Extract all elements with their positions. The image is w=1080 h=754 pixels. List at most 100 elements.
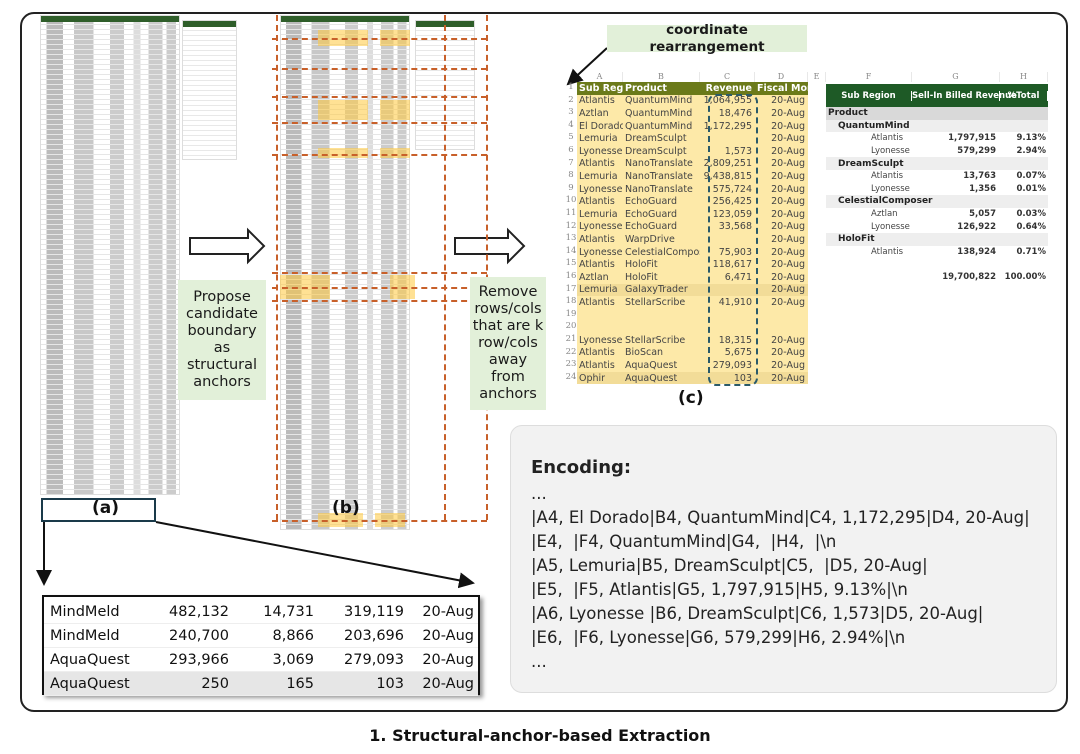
table-cell: 20-Aug — [422, 603, 474, 620]
sheet-cell: WarpDrive — [625, 233, 675, 245]
sheet-cell: DreamSculpt — [625, 133, 687, 145]
sheet-row: Aztlan QuantumMind 18,476 20-Aug — [577, 107, 808, 120]
pivot-row: Atlantis 13,763 0.07% — [826, 170, 1048, 183]
sheet-cell: 20-Aug — [771, 296, 805, 308]
pivot-header: Sub Region Sell-In Billed Revenue %Total — [826, 84, 1048, 107]
sheet-cell: NanoTranslate — [625, 158, 693, 170]
pivot-row: QuantumMind — [826, 119, 1048, 133]
sheet-row — [577, 308, 808, 322]
anchor-col-line — [276, 15, 278, 520]
pivot-header-cell: Sell-In Billed Revenue — [912, 90, 1017, 101]
pivot-label: Aztlan — [871, 209, 898, 220]
anchor-row-line — [272, 520, 487, 522]
pivot-pct: 2.94% — [1016, 146, 1047, 157]
sheet-cell: 20-Aug — [771, 221, 805, 233]
row-number: 15 — [565, 258, 577, 269]
row-number: 8 — [568, 170, 574, 181]
pivot-value: 579,299 — [957, 146, 996, 157]
figure-caption: 1. Structural-anchor-based Extraction — [369, 726, 711, 745]
sheet-cell: Lyonesse — [579, 145, 623, 157]
table-cell: 293,966 — [169, 651, 229, 668]
sheet-row: Atlantis StellarScribe 41,910 20-Aug — [577, 296, 808, 309]
anchor-col-line — [444, 15, 446, 520]
row-number: 21 — [565, 334, 577, 344]
column-header: C — [700, 72, 755, 82]
row-number: 1 — [568, 82, 574, 92]
sheet-cell: 20-Aug — [771, 145, 805, 157]
table-cell: 279,093 — [344, 651, 404, 668]
row-number: 5 — [568, 132, 574, 143]
sheet-cell: Lemuria — [579, 133, 618, 145]
sheet-cell: 20-Aug — [771, 170, 805, 182]
sheet-row: Lemuria NanoTranslate 9,438,815 20-Aug — [577, 170, 808, 183]
sheet-cell: 20-Aug — [771, 196, 805, 208]
anchor-row-line — [272, 38, 487, 40]
sheet-cell: NanoTranslate — [625, 170, 693, 182]
row-number: 14 — [565, 245, 577, 256]
sheet-cell: 20-Aug — [771, 359, 805, 371]
pivot-pct: 0.03% — [1016, 209, 1047, 220]
pivot-row — [826, 258, 1048, 271]
sheet-row: Atlantis BioScan 5,675 20-Aug — [577, 346, 808, 360]
table-row: MindMeld 240,700 8,866 203,696 20-Aug — [44, 624, 478, 648]
anchor-highlight — [380, 100, 410, 120]
header-cell: Fiscal Month — [757, 82, 808, 94]
pivot-row: Lyonesse 1,356 0.01% — [826, 182, 1048, 196]
header-cell: Revenue — [705, 82, 752, 94]
encoding-line: |E5, |F5, Atlantis|G5, 1,797,915|H5, 9.1… — [531, 580, 908, 599]
encoding-line: |A6, Lyonesse |B6, DreamSculpt|C6, 1,573… — [531, 604, 984, 623]
table-cell: 203,696 — [344, 627, 404, 644]
anchor-row-line — [272, 154, 487, 156]
column-header: G — [912, 72, 1000, 82]
pivot-row: 19,700,822 100.00% — [826, 270, 1048, 284]
pivot-value: 126,922 — [957, 221, 996, 232]
sheet-row: Lemuria DreamSculpt 20-Aug — [577, 132, 808, 145]
anchor-highlight — [380, 148, 410, 158]
table-cell: 240,700 — [169, 627, 229, 644]
pivot-label: Atlantis — [871, 171, 904, 182]
coordinate-rearrangement-box: coordinate rearrangement — [607, 22, 807, 55]
sheet-cell: NanoTranslate — [625, 183, 693, 195]
table-cell: 20-Aug — [422, 675, 474, 692]
pivot-pct: 0.71% — [1016, 246, 1047, 257]
table-cell: 8,866 — [272, 627, 314, 644]
sheet-cell: Atlantis — [579, 296, 615, 308]
row-number: 24 — [565, 371, 577, 382]
column-header: B — [623, 72, 700, 82]
pivot-row: CelestialComposer — [826, 195, 1048, 208]
sheet-row: Atlantis NanoTranslate 2,809,251 20-Aug — [577, 157, 808, 171]
sheet-cell: Lyonesse — [579, 334, 623, 346]
sheet-cell: 20-Aug — [771, 372, 805, 384]
encoding-line: |A4, El Dorado|B4, QuantumMind|C4, 1,172… — [531, 508, 1030, 527]
pivot-row: HoloFit — [826, 233, 1048, 246]
sheet-cell: AquaQuest — [625, 372, 678, 384]
arrow-diagonal — [155, 521, 475, 589]
sheet-cell: 20-Aug — [771, 259, 805, 271]
sheet-row — [577, 321, 808, 334]
remove-rows-box: Remove rows/cols that are k row/cols awa… — [470, 277, 546, 410]
sheet-cell: Lemuria — [579, 284, 618, 296]
sheet-cell: Atlantis — [579, 347, 615, 359]
encoding-box: Encoding: ... |A4, El Dorado|B4, QuantumM… — [510, 425, 1057, 693]
table-cell: 482,132 — [169, 603, 229, 620]
sheet-cell: 20-Aug — [771, 271, 805, 283]
pivot-pct: 0.64% — [1016, 221, 1047, 232]
anchor-row-line — [272, 300, 487, 302]
sheet-row: Lyonesse DreamSculpt 1,573 20-Aug — [577, 145, 808, 158]
table-cell: 250 — [201, 675, 229, 692]
pivot-value: 1,797,915 — [948, 133, 996, 144]
column-header: A — [577, 72, 623, 82]
sheet-cell: Lyonesse — [579, 246, 623, 258]
sheet-cell: DreamSculpt — [625, 145, 687, 157]
row-number: 22 — [565, 346, 577, 357]
sheet-cell: QuantumMind — [625, 95, 693, 107]
pivot-label: CelestialComposer — [838, 196, 933, 207]
sheet-row: Lyonesse NanoTranslate 575,724 20-Aug — [577, 182, 808, 196]
sheet-cell: BioScan — [625, 347, 664, 359]
pivot-value: 1,356 — [969, 183, 996, 194]
panel-label-c: (c) — [678, 388, 704, 408]
sheet-cell: StellarScribe — [625, 296, 686, 308]
anchor-row-line — [272, 272, 487, 274]
sheet-cell: Lyonesse — [579, 183, 623, 195]
anchor-highlight — [318, 100, 368, 120]
